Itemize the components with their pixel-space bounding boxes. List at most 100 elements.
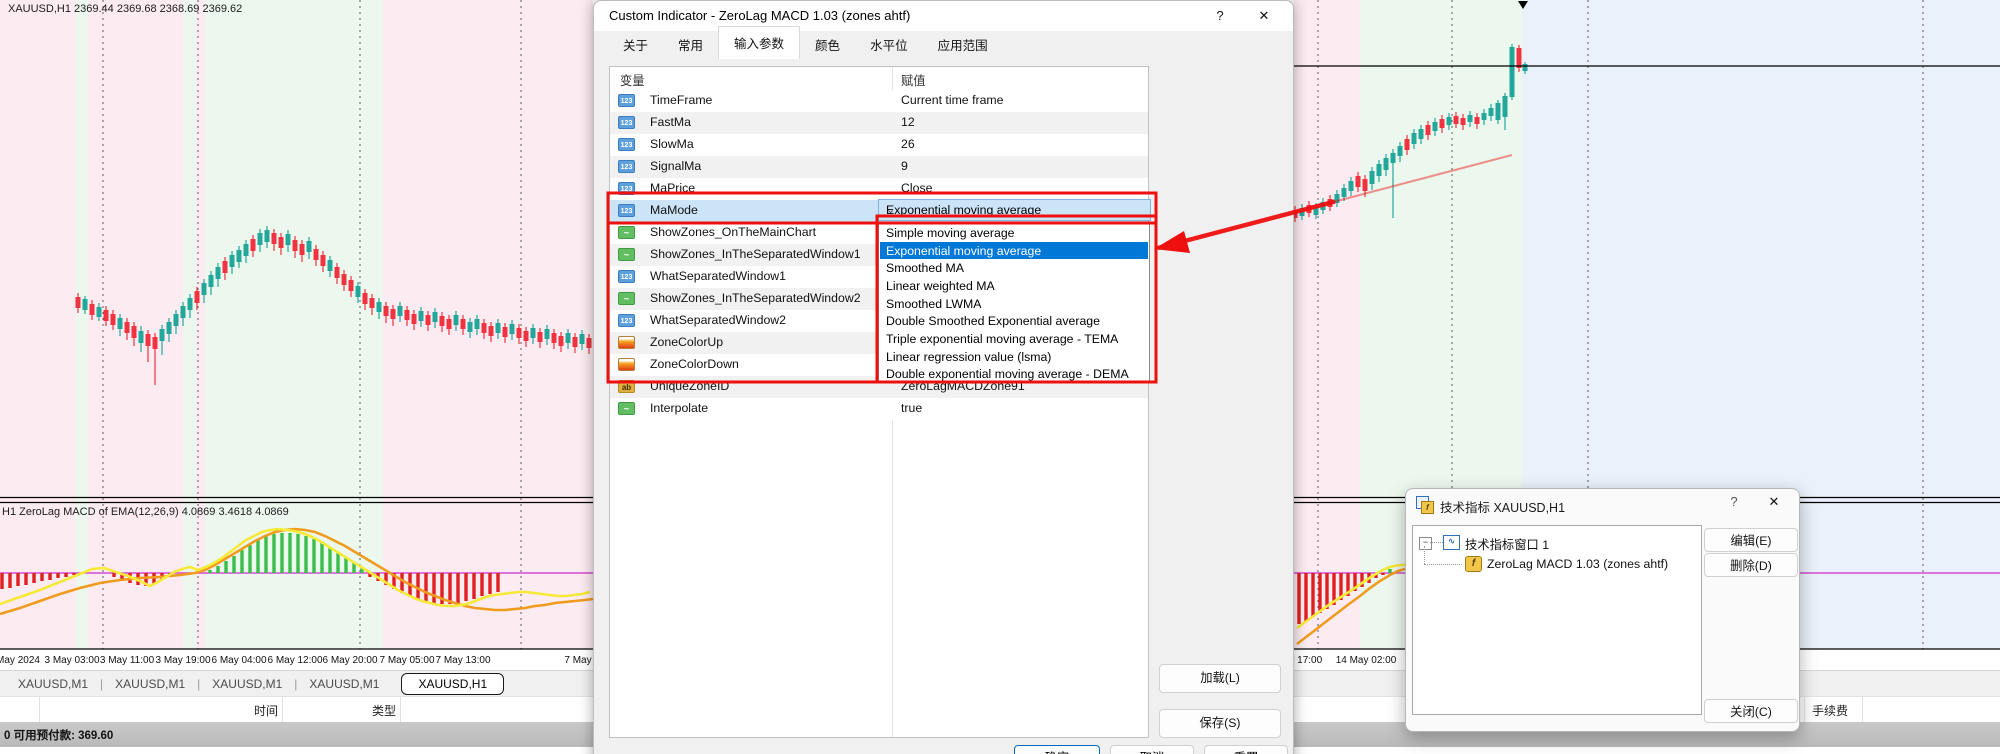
help-icon[interactable]: ?: [1717, 491, 1751, 513]
param-name: FastMa: [650, 115, 691, 129]
time-axis-label: 3 May 03:00: [44, 655, 100, 666]
param-value[interactable]: 12: [901, 115, 915, 129]
mamode-combobox[interactable]: Exponential moving average ⌄: [878, 199, 1151, 221]
param-value[interactable]: Close: [901, 181, 932, 195]
delete-button[interactable]: 删除(D): [1704, 553, 1798, 577]
numeric-param-icon: 123: [618, 138, 635, 151]
param-value[interactable]: 9: [901, 159, 908, 173]
chart-tab-4[interactable]: XAUUSD,M1: [297, 677, 391, 691]
ok-button[interactable]: 确定: [1014, 745, 1100, 754]
chevron-down-icon: ⌄: [886, 204, 896, 216]
dropdown-option-4[interactable]: Linear weighted MA: [880, 277, 1148, 295]
dropdown-option-7[interactable]: Triple exponential moving average - TEMA: [880, 330, 1148, 348]
numeric-param-icon: 123: [618, 160, 635, 173]
dialog-tab-5[interactable]: 水平位: [855, 30, 923, 59]
help-icon[interactable]: ?: [1203, 5, 1237, 27]
free-margin-status: 0 可用预付款: 369.60: [4, 729, 114, 742]
dialog-tab-6[interactable]: 应用范围: [923, 30, 1003, 59]
dropdown-option-6[interactable]: Double Smoothed Exponential average: [880, 313, 1148, 331]
terminal-column-类型[interactable]: 类型: [284, 702, 396, 719]
param-value[interactable]: 26: [901, 137, 915, 151]
dialog-tab-3[interactable]: 输入参数: [718, 26, 801, 59]
param-row-MaPrice[interactable]: 123 MaPrice Close: [610, 178, 1148, 200]
numeric-param-icon: 123: [618, 204, 635, 217]
header-divider: [1862, 697, 1863, 723]
collapse-icon[interactable]: −: [1419, 537, 1432, 550]
indicator-window-icon: ∿: [1443, 535, 1460, 550]
edit-button[interactable]: 编辑(E): [1704, 528, 1798, 552]
app-window: XAUUSD,H1 2369.44 2369.68 2368.69 2369.6…: [0, 0, 2000, 754]
param-value[interactable]: true: [901, 401, 922, 415]
param-name: Interpolate: [650, 401, 709, 415]
time-axis-label: 7 May 05:00: [379, 655, 435, 666]
terminal-column-时间[interactable]: 时间: [40, 702, 278, 719]
numeric-param-icon: 123: [618, 182, 635, 195]
dropdown-option-2[interactable]: Exponential moving average: [880, 241, 1148, 260]
time-axis-label: 6 May 12:00: [267, 655, 323, 666]
param-name: MaPrice: [650, 181, 696, 195]
dialog-tab-4[interactable]: 颜色: [800, 30, 855, 59]
chart-tab-3[interactable]: XAUUSD,M1: [200, 677, 294, 691]
time-axis-label: 3 May 19:00: [155, 655, 211, 666]
dialog-tab-strip: 关于 常用 输入参数 颜色 水平位 应用范围: [608, 26, 1003, 59]
header-divider: [39, 697, 40, 723]
time-axis-label: 3 May 11:00: [99, 655, 155, 666]
dropdown-option-5[interactable]: Smoothed LWMA: [880, 295, 1148, 313]
dialog-tab-1[interactable]: 关于: [608, 30, 663, 59]
bool-param-icon: ~: [618, 248, 635, 261]
numeric-param-icon: 123: [618, 94, 635, 107]
indicators-dialog-title: 技术指标 XAUUSD,H1: [1440, 501, 1566, 515]
tree-node-window[interactable]: − ∿ 技术指标窗口 1: [1413, 532, 1701, 552]
dropdown-option-9[interactable]: Double exponential moving average - DEMA: [880, 366, 1148, 384]
time-axis-label: 7 May 13:00: [435, 655, 491, 666]
param-name: MaMode: [650, 203, 698, 217]
color-param-icon: [618, 358, 635, 371]
close-icon[interactable]: ✕: [1757, 491, 1791, 513]
reset-button[interactable]: 重置: [1204, 745, 1288, 754]
close-icon[interactable]: ✕: [1247, 5, 1281, 27]
param-row-Interpolate[interactable]: ~ Interpolate true: [610, 398, 1148, 420]
param-name: UniqueZoneID: [650, 379, 730, 393]
string-param-icon: ab: [618, 380, 635, 393]
close-button[interactable]: 关闭(C): [1704, 699, 1798, 723]
color-param-icon: [618, 336, 635, 349]
column-header-value: 赋值: [901, 74, 926, 88]
load-button[interactable]: 加载(L): [1159, 664, 1281, 693]
header-divider: [282, 697, 283, 723]
parameters-table: 变量 赋值 123 TimeFrame Current time frame 123 F…: [609, 66, 1149, 738]
dialog-tab-2[interactable]: 常用: [663, 30, 718, 59]
param-name: ShowZones_InTheSeparatedWindow2: [650, 291, 861, 305]
numeric-param-icon: 123: [618, 314, 635, 327]
chart-tab-1[interactable]: XAUUSD,M1: [6, 677, 100, 691]
indicator-fx-icon: f: [1465, 556, 1482, 572]
param-name: TimeFrame: [650, 93, 713, 107]
header-divider: [1804, 697, 1805, 723]
time-axis-label: May 2024: [0, 655, 40, 666]
param-row-FastMa[interactable]: 123 FastMa 12: [610, 112, 1148, 134]
indicators-list-dialog: f 技术指标 XAUUSD,H1 ? ✕ − ∿ 技术指标窗口 1 f Zero…: [1405, 488, 1800, 732]
param-name: WhatSeparatedWindow1: [650, 269, 787, 283]
dialog-title-bar[interactable]: Custom Indicator - ZeroLag MACD 1.03 (zo…: [594, 1, 1293, 31]
macd-indicator-label: H1 ZeroLag MACD of EMA(12,26,9) 4.0869 3…: [2, 506, 289, 518]
chart-tab-2[interactable]: XAUUSD,M1: [103, 677, 197, 691]
dropdown-option-3[interactable]: Smoothed MA: [880, 259, 1148, 277]
save-button[interactable]: 保存(S): [1159, 709, 1281, 738]
param-name: ZoneColorUp: [650, 335, 724, 349]
dropdown-option-1[interactable]: Simple moving average: [880, 224, 1148, 242]
time-axis-label: 14 May 02:00: [1335, 655, 1397, 666]
dropdown-option-8[interactable]: Linear regression value (lsma): [880, 348, 1148, 366]
param-name: ZoneColorDown: [650, 357, 739, 371]
chart-tab-active[interactable]: XAUUSD,H1: [401, 672, 505, 695]
param-name: ShowZones_InTheSeparatedWindow1: [650, 247, 861, 261]
param-row-SlowMa[interactable]: 123 SlowMa 26: [610, 134, 1148, 156]
tree-node-indicator[interactable]: f ZeroLag MACD 1.03 (zones ahtf): [1413, 546, 1701, 574]
numeric-param-icon: 123: [618, 270, 635, 283]
dialog-title: Custom Indicator - ZeroLag MACD 1.03 (zo…: [609, 8, 911, 23]
param-row-SignalMa[interactable]: 123 SignalMa 9: [610, 156, 1148, 178]
param-row-TimeFrame[interactable]: 123 TimeFrame Current time frame: [610, 90, 1148, 112]
time-axis-label: 7 May: [564, 655, 592, 666]
bool-param-icon: ~: [618, 402, 635, 415]
param-value[interactable]: Current time frame: [901, 93, 1004, 107]
terminal-column-手续费[interactable]: 手续费: [1812, 702, 1872, 719]
cancel-button[interactable]: 取消: [1110, 745, 1194, 754]
